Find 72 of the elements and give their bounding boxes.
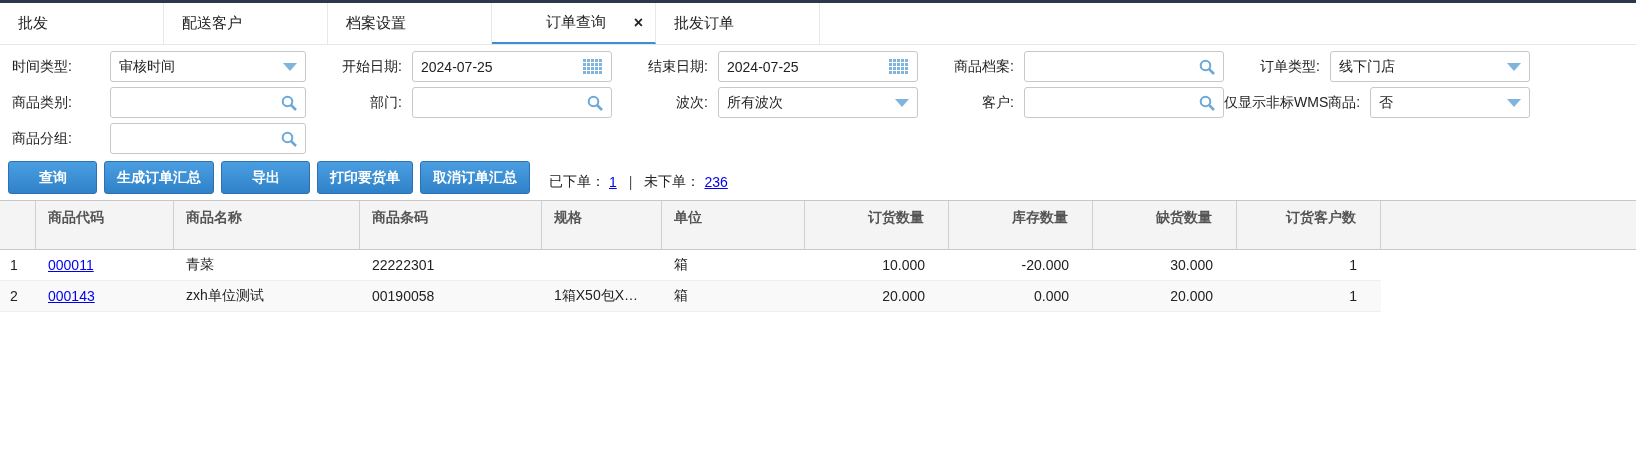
dropdown-arrow-icon	[283, 62, 297, 71]
separator: |	[628, 173, 633, 190]
dropdown-arrow-icon	[1507, 62, 1521, 71]
column-header: 订货数量	[805, 201, 949, 249]
table-cell: 0.000	[1033, 288, 1069, 304]
date-field[interactable]: 2024-07-25	[412, 51, 612, 82]
dropdown-arrow-icon	[895, 98, 909, 107]
field-label: 结束日期:	[647, 57, 709, 76]
table-cell: 00190058	[372, 288, 435, 304]
column-header: 商品条码	[360, 201, 542, 249]
field-label: 订单类型:	[1259, 57, 1321, 76]
field-label: 商品档案:	[953, 57, 1015, 76]
search-field[interactable]	[110, 123, 306, 154]
table-cell: zxh单位测试	[186, 287, 264, 303]
search-icon	[1199, 58, 1215, 75]
field-label: 商品分组:	[11, 129, 73, 148]
search-field[interactable]	[1024, 87, 1224, 118]
table-cell: 30.000	[1170, 257, 1213, 273]
dropdown-arrow-icon	[1507, 98, 1521, 107]
table-cell: 20.000	[882, 288, 925, 304]
tab[interactable]: 订单查询 ×	[492, 3, 656, 44]
table-cell: 青菜	[186, 256, 214, 272]
not-ordered-label: 未下单：	[644, 172, 701, 191]
dropdown[interactable]: 所有波次	[718, 87, 918, 118]
search-field[interactable]	[110, 87, 306, 118]
search-icon	[281, 130, 297, 147]
table-cell: 箱	[674, 287, 688, 303]
field-label: 仅显示非标WMS商品:	[1224, 93, 1362, 112]
tab[interactable]: 档案设置	[328, 3, 492, 44]
ordered-label: 已下单：	[549, 172, 605, 191]
column-header: 订货客户数	[1237, 201, 1381, 249]
field-label: 波次:	[675, 93, 709, 112]
tab[interactable]: 配送客户	[164, 3, 328, 44]
dropdown[interactable]: 线下门店	[1330, 51, 1530, 82]
column-header: 库存数量	[949, 201, 1093, 249]
tab[interactable]: 批发	[0, 3, 164, 44]
field-label: 客户:	[981, 93, 1015, 112]
close-icon[interactable]: ×	[633, 13, 643, 32]
product-code-link[interactable]: 000011	[48, 257, 94, 273]
column-header: 单位	[662, 201, 805, 249]
row-number: 1	[9, 257, 19, 273]
column-header: 缺货数量	[1093, 201, 1237, 249]
table-cell: 20.000	[1170, 288, 1213, 304]
table-cell: 1箱X50包X…	[554, 287, 639, 303]
tab[interactable]: 批发订单	[656, 3, 820, 44]
table-cell: -20.000	[1021, 257, 1069, 273]
dropdown[interactable]: 否	[1370, 87, 1530, 118]
table-cell: 22222301	[372, 257, 435, 273]
search-icon	[1199, 94, 1215, 111]
field-label: 时间类型:	[11, 57, 73, 76]
field-label: 开始日期:	[341, 57, 403, 76]
field-label: 部门:	[369, 93, 403, 112]
table-cell: 1	[1349, 257, 1357, 273]
search-field[interactable]	[1024, 51, 1224, 82]
product-code-link[interactable]: 000143	[48, 288, 95, 304]
column-header: 商品代码	[36, 201, 174, 249]
search-icon	[587, 94, 603, 111]
column-header: 商品名称	[174, 201, 360, 249]
calendar-icon	[889, 58, 909, 75]
field-label: 商品类别:	[11, 93, 73, 112]
search-icon	[281, 94, 297, 111]
table-cell: 1	[1349, 288, 1357, 304]
calendar-icon	[583, 58, 603, 75]
search-field[interactable]	[412, 87, 612, 118]
dropdown[interactable]: 审核时间	[110, 51, 306, 82]
row-number: 2	[9, 288, 19, 304]
date-field[interactable]: 2024-07-25	[718, 51, 918, 82]
ordered-count-link[interactable]: 1	[609, 173, 617, 190]
table-cell: 10.000	[882, 257, 925, 273]
not-ordered-count-link[interactable]: 236	[704, 173, 728, 190]
table-cell: 箱	[674, 256, 688, 272]
column-header: 规格	[542, 201, 662, 249]
